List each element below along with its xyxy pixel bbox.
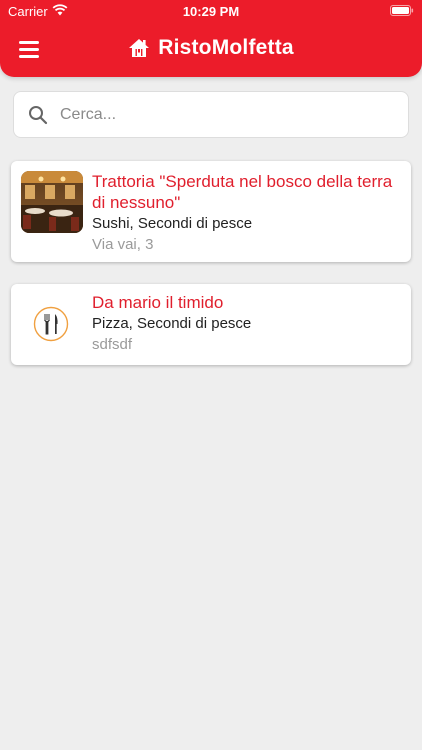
search-input[interactable] xyxy=(60,100,390,130)
fork-knife-icon xyxy=(33,306,69,342)
card-body: Da mario il timido Pizza, Secondi di pes… xyxy=(92,292,403,355)
app-title: RistoMolfetta xyxy=(158,36,294,59)
card-body: Trattoria "Sperduta nel bosco della terr… xyxy=(92,171,403,255)
restaurant-card[interactable]: Trattoria "Sperduta nel bosco della terr… xyxy=(11,161,411,262)
restaurant-categories: Pizza, Secondi di pesce xyxy=(92,315,252,332)
restaurant-address: Via vai, 3 xyxy=(92,236,154,253)
restaurant-card[interactable]: Da mario il timido Pizza, Secondi di pes… xyxy=(11,284,411,365)
restaurant-name: Da mario il timido xyxy=(92,293,224,312)
battery-icon xyxy=(390,5,414,16)
restaurant-address: sdfsdf xyxy=(92,336,133,353)
status-time: 10:29 PM xyxy=(182,4,240,19)
brand: RistoMolfetta xyxy=(0,36,422,63)
search-icon xyxy=(29,106,48,125)
app-header: Carrier 10:29 PM RistoMolfetta xyxy=(0,0,422,77)
restaurant-name: Trattoria "Sperduta nel bosco della terr… xyxy=(92,172,393,212)
restaurant-categories: Sushi, Secondi di pesce xyxy=(92,215,253,232)
restaurant-interior-photo xyxy=(21,171,83,233)
status-bar: Carrier 10:29 PM xyxy=(0,0,422,22)
search-bar[interactable] xyxy=(13,91,409,138)
restaurant-thumbnail xyxy=(21,171,83,233)
house-logo-icon xyxy=(129,39,150,57)
